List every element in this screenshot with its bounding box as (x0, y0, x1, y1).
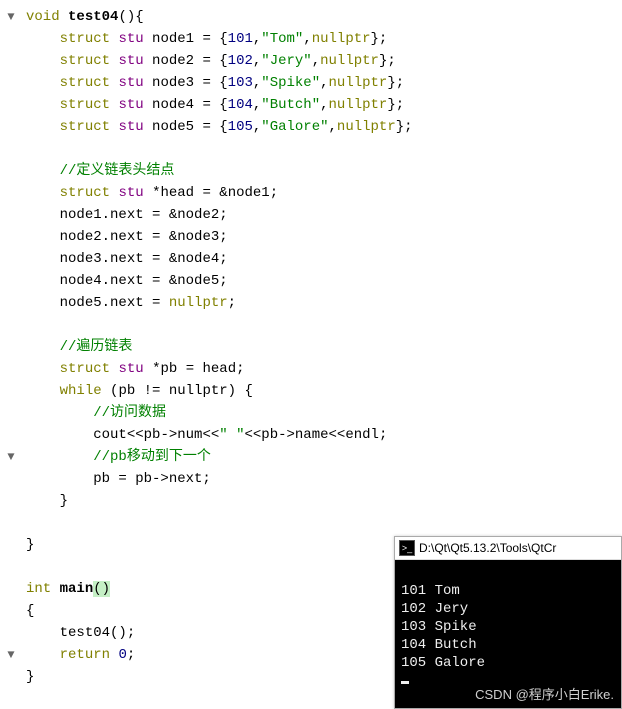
comment: //定义链表头结点 (60, 163, 175, 179)
op: << (127, 427, 144, 443)
string: " " (219, 427, 244, 443)
params: () (118, 9, 135, 25)
var: *head (152, 185, 194, 201)
comment: //访问数据 (93, 405, 166, 421)
condition: pb != nullptr (118, 383, 227, 399)
fold-marker-icon[interactable]: ▼ (0, 644, 22, 666)
expr: pb->name (261, 427, 328, 443)
comment: //遍历链表 (60, 339, 133, 355)
keyword: int (26, 581, 51, 597)
cursor-icon (401, 681, 409, 684)
fold-gutter: ▼ ▼ ▼ (0, 0, 22, 709)
console-line: 103 Spike (401, 619, 477, 635)
expr: &node4 (169, 251, 219, 267)
fold-marker-icon[interactable]: ▼ (0, 6, 22, 28)
op: << (329, 427, 346, 443)
func-name: main (60, 581, 94, 597)
string: "Galore" (261, 119, 328, 135)
stmt: pb = pb->next; (93, 471, 211, 487)
expr: node4.next (60, 273, 144, 289)
num: 103 (228, 75, 253, 91)
expr: node2.next (60, 229, 144, 245)
num: 104 (228, 97, 253, 113)
expr: pb->num (144, 427, 203, 443)
console-icon: >_ (399, 540, 415, 556)
type: stu (118, 185, 143, 201)
comment: //pb移动到下一个 (93, 449, 211, 465)
string: "Spike" (261, 75, 320, 91)
console-output: 101 Tom 102 Jery 103 Spike 104 Butch 105… (395, 560, 621, 708)
keyword: struct (60, 361, 110, 377)
console-line: 101 Tom (401, 583, 460, 599)
op: << (244, 427, 261, 443)
expr: &node2 (169, 207, 219, 223)
string: "Butch" (261, 97, 320, 113)
num: 102 (228, 53, 253, 69)
expr: node5.next (60, 295, 144, 311)
console-title-text: D:\Qt\Qt5.13.2\Tools\QtCr (419, 541, 556, 555)
console-window[interactable]: >_ D:\Qt\Qt5.13.2\Tools\QtCr 101 Tom 102… (394, 536, 622, 709)
stmt: test04(); (60, 625, 136, 641)
endl: endl (345, 427, 379, 443)
console-titlebar[interactable]: >_ D:\Qt\Qt5.13.2\Tools\QtCr (395, 537, 621, 560)
assign: = &node1; (202, 185, 278, 201)
keyword: void (26, 9, 60, 25)
expr: node1.next (60, 207, 144, 223)
expr: &node5 (169, 273, 219, 289)
nullptr: nullptr (169, 295, 228, 311)
stream: cout (93, 427, 127, 443)
op: << (202, 427, 219, 443)
expr: node3.next (60, 251, 144, 267)
assign: = head; (186, 361, 245, 377)
func-name: test04 (68, 9, 118, 25)
num: 105 (228, 119, 253, 135)
console-line: 104 Butch (401, 637, 477, 653)
code-area[interactable]: void test04(){ struct stu node1 = {101,"… (22, 0, 413, 709)
keyword: struct (60, 185, 110, 201)
console-line: 102 Jery (401, 601, 468, 617)
type: stu (118, 361, 143, 377)
string: "Jery" (261, 53, 311, 69)
expr: &node3 (169, 229, 219, 245)
params: () (93, 581, 110, 597)
var: *pb (152, 361, 177, 377)
fold-marker-icon[interactable]: ▼ (0, 446, 22, 468)
num: 101 (228, 31, 253, 47)
console-line: 105 Galore (401, 655, 485, 671)
string: "Tom" (261, 31, 303, 47)
